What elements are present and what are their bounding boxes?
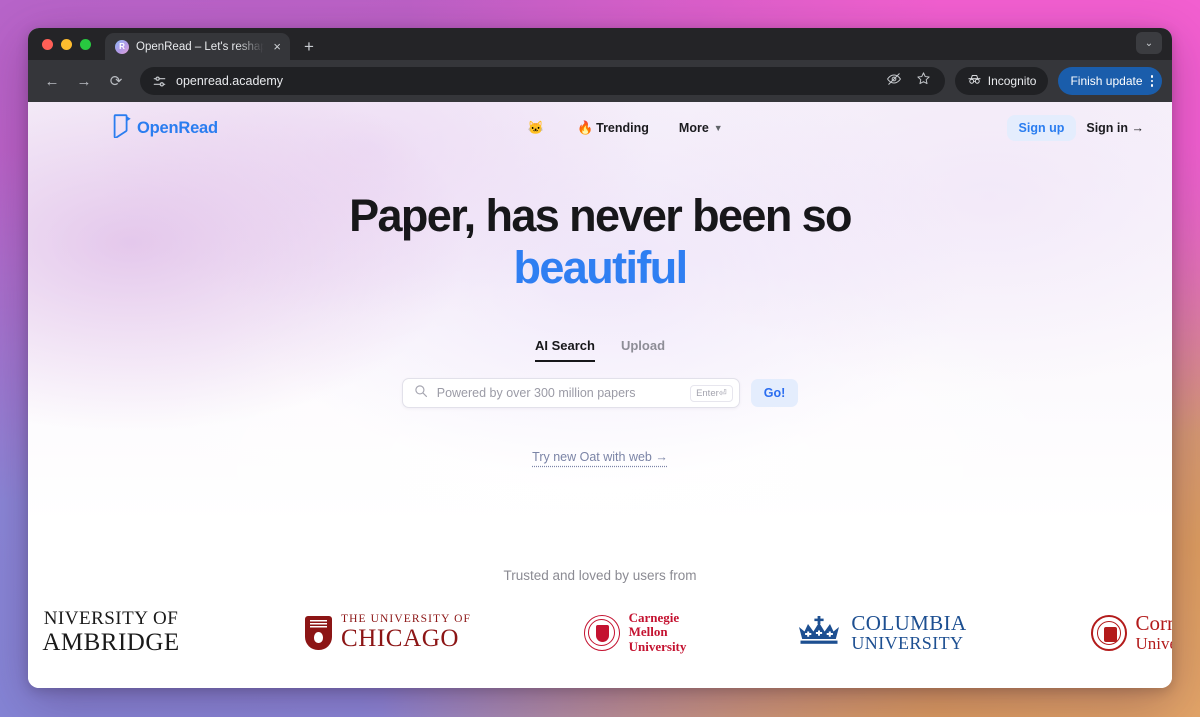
- browser-tab-strip: R OpenRead – Let's reshape res × + ⌄: [28, 28, 1172, 60]
- logo-columbia: COLUMBIA UNIVERSITY: [775, 610, 990, 654]
- finish-update-label: Finish update: [1070, 74, 1143, 88]
- bookmark-star-icon[interactable]: [916, 71, 931, 91]
- logo-cambridge-line2: AMBRIDGE: [42, 628, 180, 656]
- site-header: OpenRead 🐱 🔥 Trending More ▼ Sign up Sig…: [28, 102, 1172, 154]
- nav-item-trending[interactable]: 🔥 Trending: [577, 120, 649, 136]
- eye-slash-icon[interactable]: [886, 71, 902, 92]
- columbia-crown-icon: [797, 616, 841, 649]
- tab-title: OpenRead – Let's reshape res: [136, 40, 265, 53]
- fire-icon: 🔥: [576, 120, 594, 135]
- search-input-placeholder: Powered by over 300 million papers: [436, 386, 636, 401]
- maximize-window-button[interactable]: [80, 39, 91, 50]
- search-icon: [414, 384, 428, 403]
- go-button[interactable]: Go!: [750, 379, 799, 408]
- logo-columbia-line1: COLUMBIA: [851, 610, 967, 635]
- logo-cmu-line2: Mellon: [628, 624, 668, 640]
- main-navigation: 🐱 🔥 Trending More ▼: [244, 120, 1007, 136]
- search-mode-tabs: AI Search Upload: [28, 338, 1172, 363]
- address-bar-url: openread.academy: [176, 74, 284, 88]
- finish-update-button[interactable]: Finish update: [1058, 67, 1162, 95]
- desktop-wallpaper: R OpenRead – Let's reshape res × + ⌄ ← →…: [0, 0, 1200, 717]
- try-oat-link[interactable]: Try new Oat with web →: [28, 450, 1172, 464]
- web-page-viewport: OpenRead 🐱 🔥 Trending More ▼ Sign up Sig…: [28, 102, 1172, 688]
- brand-logo[interactable]: OpenRead: [112, 113, 218, 143]
- headline-line-2: beautiful: [513, 242, 688, 294]
- nav-item-more[interactable]: More ▼: [679, 121, 723, 135]
- forward-button[interactable]: →: [70, 67, 98, 95]
- try-oat-link-label: Try new Oat with web →: [532, 450, 668, 465]
- logo-cambridge-line1: NIVERSITY OF: [43, 609, 179, 630]
- browser-window: R OpenRead – Let's reshape res × + ⌄ ← →…: [28, 28, 1172, 688]
- chevron-down-icon: ▼: [713, 123, 723, 133]
- window-traffic-lights: [42, 39, 91, 60]
- kebab-menu-icon[interactable]: [1150, 75, 1153, 87]
- new-tab-button[interactable]: +: [304, 38, 314, 55]
- trusted-section-title: Trusted and loved by users from: [503, 568, 697, 584]
- cmu-seal-icon: [583, 614, 620, 651]
- back-button[interactable]: ←: [38, 67, 66, 95]
- close-tab-icon[interactable]: ×: [271, 40, 283, 53]
- tab-ai-search[interactable]: AI Search: [534, 338, 595, 363]
- nav-item-trending-label: Trending: [596, 121, 649, 135]
- logo-cornell: Corn Unive: [1034, 610, 1173, 654]
- logo-carnegie-mellon: Carnegie Mellon University: [540, 609, 730, 655]
- logo-chicago-line1: THE UNIVERSITY OF: [340, 612, 472, 625]
- hero-section: Paper, has never been so beautiful AI Se…: [28, 154, 1172, 464]
- browser-toolbar: ← → ⟳ openread.academy Incognito Finish …: [28, 60, 1172, 102]
- incognito-indicator[interactable]: Incognito: [954, 67, 1049, 95]
- logo-cambridge: NIVERSITY OF AMBRIDGE: [28, 609, 236, 656]
- university-logo-row: NIVERSITY OF AMBRIDGE THE UNIVERSITY OF …: [28, 609, 1172, 656]
- page-title: Paper, has never been so beautiful: [28, 190, 1172, 294]
- reload-button[interactable]: ⟳: [102, 67, 130, 95]
- nav-item-octocat[interactable]: 🐱: [528, 120, 547, 136]
- logo-cornell-line1: Corn: [1135, 610, 1173, 635]
- headline-line-1: Paper, has never been so: [349, 190, 852, 241]
- brand-name: OpenRead: [137, 118, 218, 137]
- address-bar[interactable]: openread.academy: [140, 67, 945, 95]
- minimize-window-button[interactable]: [61, 39, 72, 50]
- close-window-button[interactable]: [42, 39, 53, 50]
- logo-columbia-line2: UNIVERSITY: [851, 633, 964, 654]
- tab-favicon-icon: R: [115, 39, 129, 54]
- octocat-icon: 🐱: [527, 120, 544, 135]
- search-input[interactable]: Powered by over 300 million papers Enter…: [401, 378, 740, 409]
- sign-up-button[interactable]: Sign up: [1006, 115, 1077, 141]
- browser-tab[interactable]: R OpenRead – Let's reshape res ×: [105, 33, 290, 60]
- logo-chicago-line2: CHICAGO: [340, 624, 460, 652]
- logo-cmu-line1: Carnegie: [628, 609, 680, 625]
- cornell-seal-icon: [1090, 614, 1127, 651]
- sign-in-link[interactable]: Sign in →: [1086, 121, 1144, 135]
- incognito-label: Incognito: [987, 74, 1037, 88]
- chicago-shield-icon: [304, 615, 332, 650]
- logo-cmu-line3: University: [628, 638, 687, 654]
- tab-search-chevron-icon[interactable]: ⌄: [1136, 32, 1162, 54]
- site-settings-icon[interactable]: [152, 74, 167, 89]
- nav-item-more-label: More: [678, 121, 709, 135]
- enter-key-badge: Enter⏎: [690, 384, 733, 402]
- auth-actions: Sign up Sign in →: [1006, 115, 1144, 141]
- search-row: Powered by over 300 million papers Enter…: [28, 378, 1172, 409]
- openread-book-icon: [112, 113, 133, 143]
- logo-chicago: THE UNIVERSITY OF CHICAGO: [281, 612, 496, 652]
- logo-cornell-line2: Unive: [1135, 633, 1173, 653]
- incognito-hat-icon: [967, 72, 982, 90]
- tab-upload[interactable]: Upload: [621, 338, 665, 362]
